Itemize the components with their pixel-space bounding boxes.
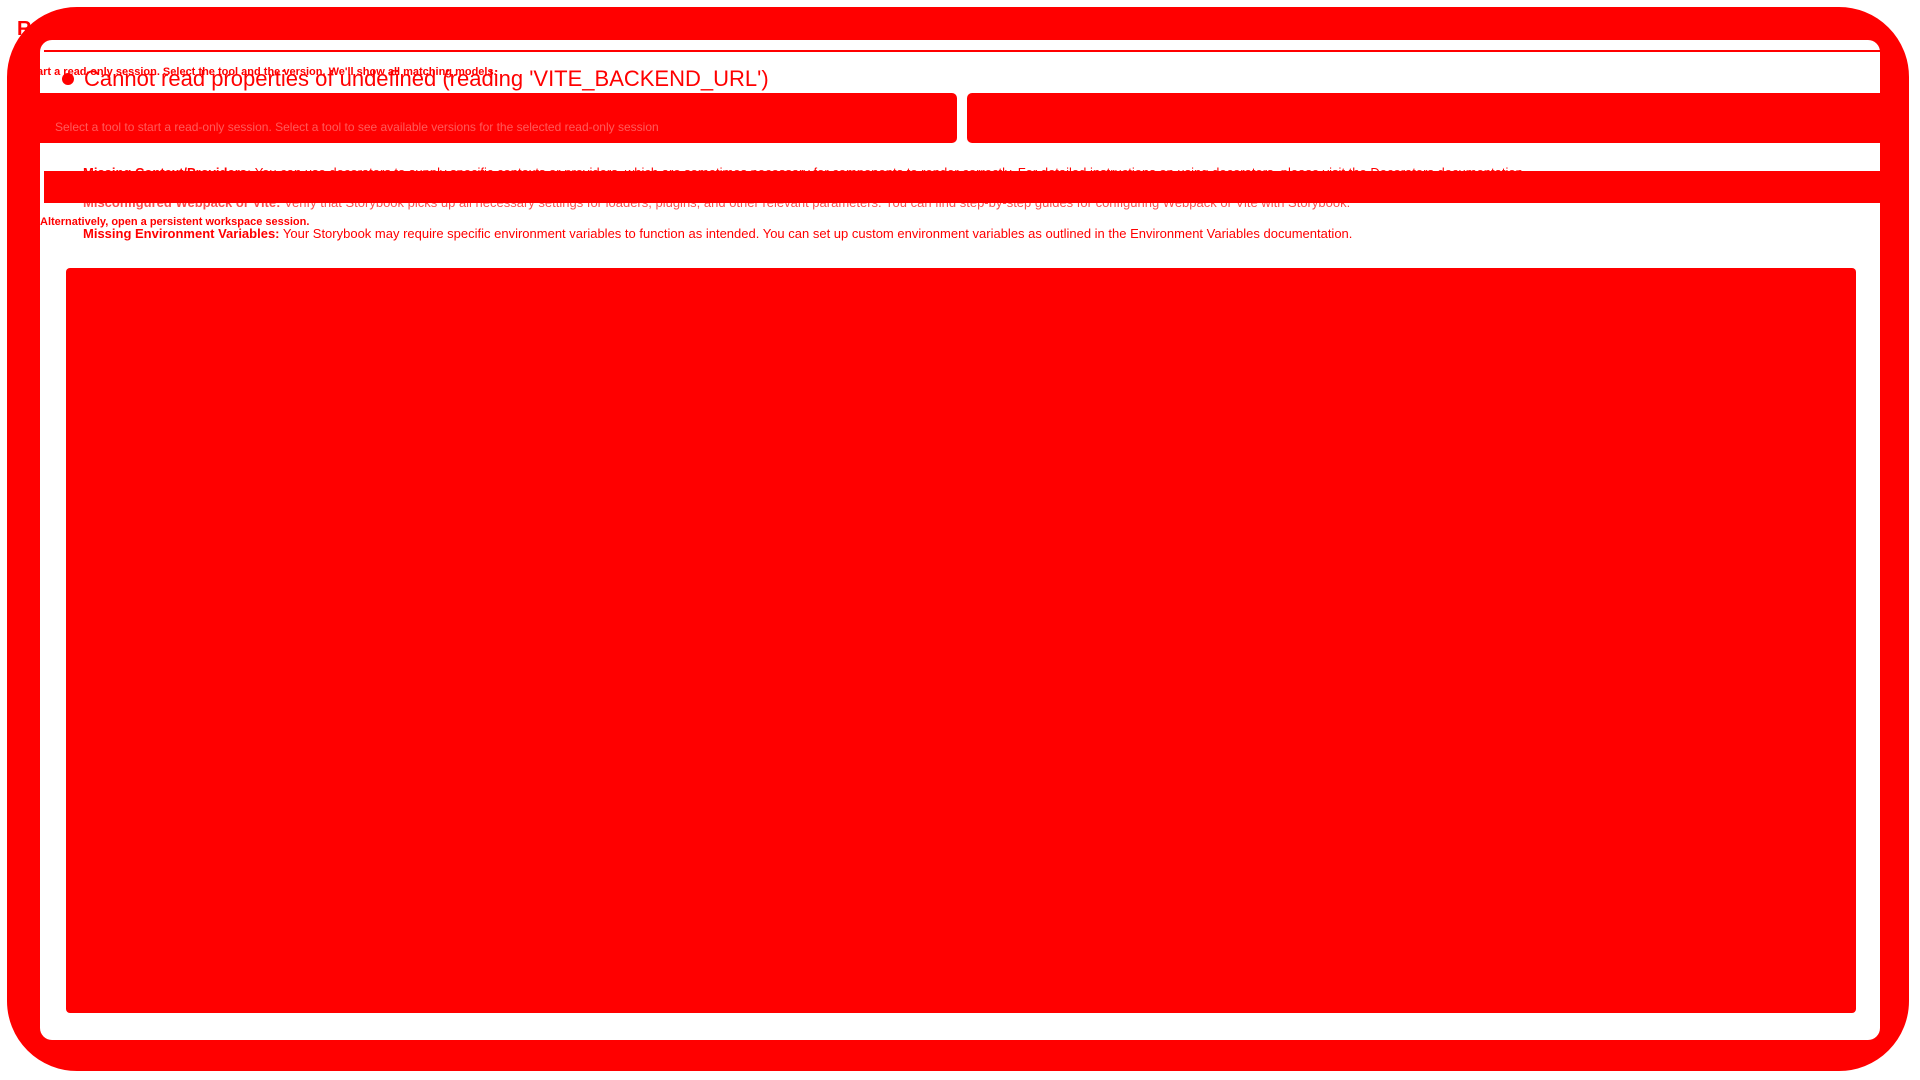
bullet-icon [62,73,74,85]
doc-env-variables: Missing Environment Variables: Your Stor… [83,226,1352,241]
dialog-title-rest: -only Session [65,18,186,40]
preview-panel [66,268,1856,1013]
error-message: Cannot read properties of undefined (rea… [62,66,769,92]
doc-env-text: Your Storybook may require specific envi… [282,226,1353,241]
tool-select[interactable] [30,93,957,143]
doc-env-label: Missing Environment Variables: [83,226,280,241]
doc-config-label: Misconfigured Webpack or Vite: [83,195,281,210]
tool-select-hint: Select a tool to start a read-only sessi… [55,120,659,134]
error-message-text: Cannot read properties of undefined (rea… [84,66,769,91]
dialog-title-strong: Read [17,18,66,40]
dialog-title: Read-only Session [17,18,186,41]
doc-config-text: Verify that Storybook picks up all neces… [284,195,1351,210]
doc-misconfigured: Misconfigured Webpack or Vite: Verify th… [83,195,1350,210]
version-select[interactable] [967,93,1893,143]
title-divider [44,50,1884,52]
